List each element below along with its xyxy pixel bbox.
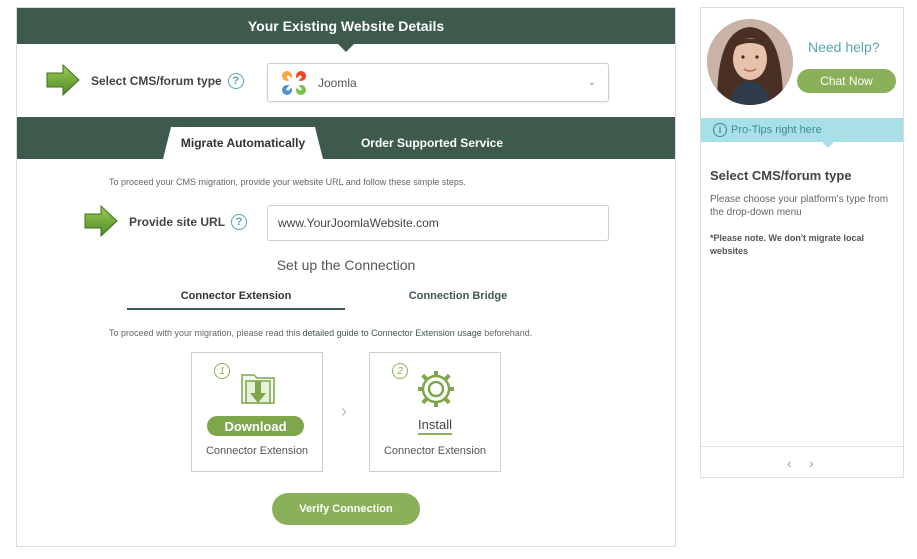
download-folder-icon <box>241 374 275 404</box>
green-arrow-icon <box>46 63 80 97</box>
install-link-label: Install <box>418 417 452 435</box>
green-arrow-icon <box>84 204 118 238</box>
site-url-label-text: Provide site URL <box>129 215 226 229</box>
avatar <box>707 19 793 105</box>
cms-selected-value: Joomla <box>318 75 357 90</box>
chevron-right-icon[interactable]: › <box>809 455 814 471</box>
tip-title: Select CMS/forum type <box>710 168 852 183</box>
guide-note-suffix: beforehand. <box>481 328 533 338</box>
intro-note: To proceed your CMS migration, provide y… <box>109 177 466 187</box>
connector-guide-link[interactable]: detailed guide to Connector Extension us… <box>303 328 482 338</box>
step-number: 1 <box>214 363 230 379</box>
step-install-card: 2 Install Connector Extension <box>369 352 501 472</box>
step-number: 2 <box>392 363 408 379</box>
support-agent-photo <box>707 19 793 105</box>
site-url-value: www.YourJoomlaWebsite.com <box>278 216 439 230</box>
protips-banner: i Pro-Tips right here <box>701 118 903 148</box>
chevron-down-icon: ⌄ <box>587 77 596 88</box>
guide-note: To proceed with your migration, please r… <box>109 328 532 338</box>
website-details-panel: Your Existing Website Details Select CMS… <box>16 7 676 547</box>
subtab-connector-extension[interactable]: Connector Extension <box>127 290 345 310</box>
panel-title: Your Existing Website Details <box>247 18 445 34</box>
setup-connection-title: Set up the Connection <box>276 257 416 273</box>
cms-type-select[interactable]: Joomla ⌄ <box>267 63 609 102</box>
step-download-card: 1 Download Connector Extension <box>191 352 323 472</box>
tab-migrate-automatically[interactable]: Migrate Automatically <box>163 127 323 159</box>
guide-note-prefix: To proceed with your migration, please r… <box>109 328 303 338</box>
tip-note: *Please note. We don't migrate local web… <box>710 233 865 256</box>
protips-label: Pro-Tips right here <box>731 124 822 136</box>
tab-order-supported-service[interactable]: Order Supported Service <box>347 127 517 159</box>
download-button[interactable]: Download <box>207 416 304 436</box>
verify-connection-button[interactable]: Verify Connection <box>272 493 420 525</box>
tip-body: Please choose your platform's type from … <box>710 194 889 218</box>
step-install-subtitle: Connector Extension <box>383 445 487 457</box>
help-sidebar: Need help? Chat Now i Pro-Tips right her… <box>700 7 904 478</box>
need-help-heading: Need help? <box>808 39 880 55</box>
step-download-subtitle: Connector Extension <box>205 445 309 457</box>
site-url-help-icon[interactable]: ? <box>231 214 248 230</box>
tab-migrate-automatically-label: Migrate Automatically <box>180 136 306 150</box>
joomla-logo-icon <box>282 70 306 95</box>
install-gear-icon <box>418 371 454 407</box>
chevron-left-icon[interactable]: ‹ <box>787 455 792 471</box>
tab-order-supported-service-label: Order Supported Service <box>360 136 504 150</box>
site-url-label: Provide site URL ? <box>129 214 248 230</box>
install-link[interactable]: Install <box>370 417 500 435</box>
tips-pagination: ‹ › <box>701 446 903 477</box>
chevron-right-icon: › <box>341 401 347 421</box>
subtab-connection-bridge[interactable]: Connection Bridge <box>363 290 553 302</box>
cms-type-label: Select CMS/forum type ? <box>91 73 244 89</box>
panel-header: Your Existing Website Details <box>17 8 675 52</box>
chat-now-button[interactable]: Chat Now <box>797 69 896 93</box>
info-icon: i <box>713 123 727 137</box>
migration-tabs: Migrate Automatically Order Supported Se… <box>17 117 675 159</box>
cms-type-label-text: Select CMS/forum type <box>91 74 222 88</box>
site-url-input[interactable]: www.YourJoomlaWebsite.com <box>267 205 609 241</box>
cms-help-icon[interactable]: ? <box>227 73 244 89</box>
